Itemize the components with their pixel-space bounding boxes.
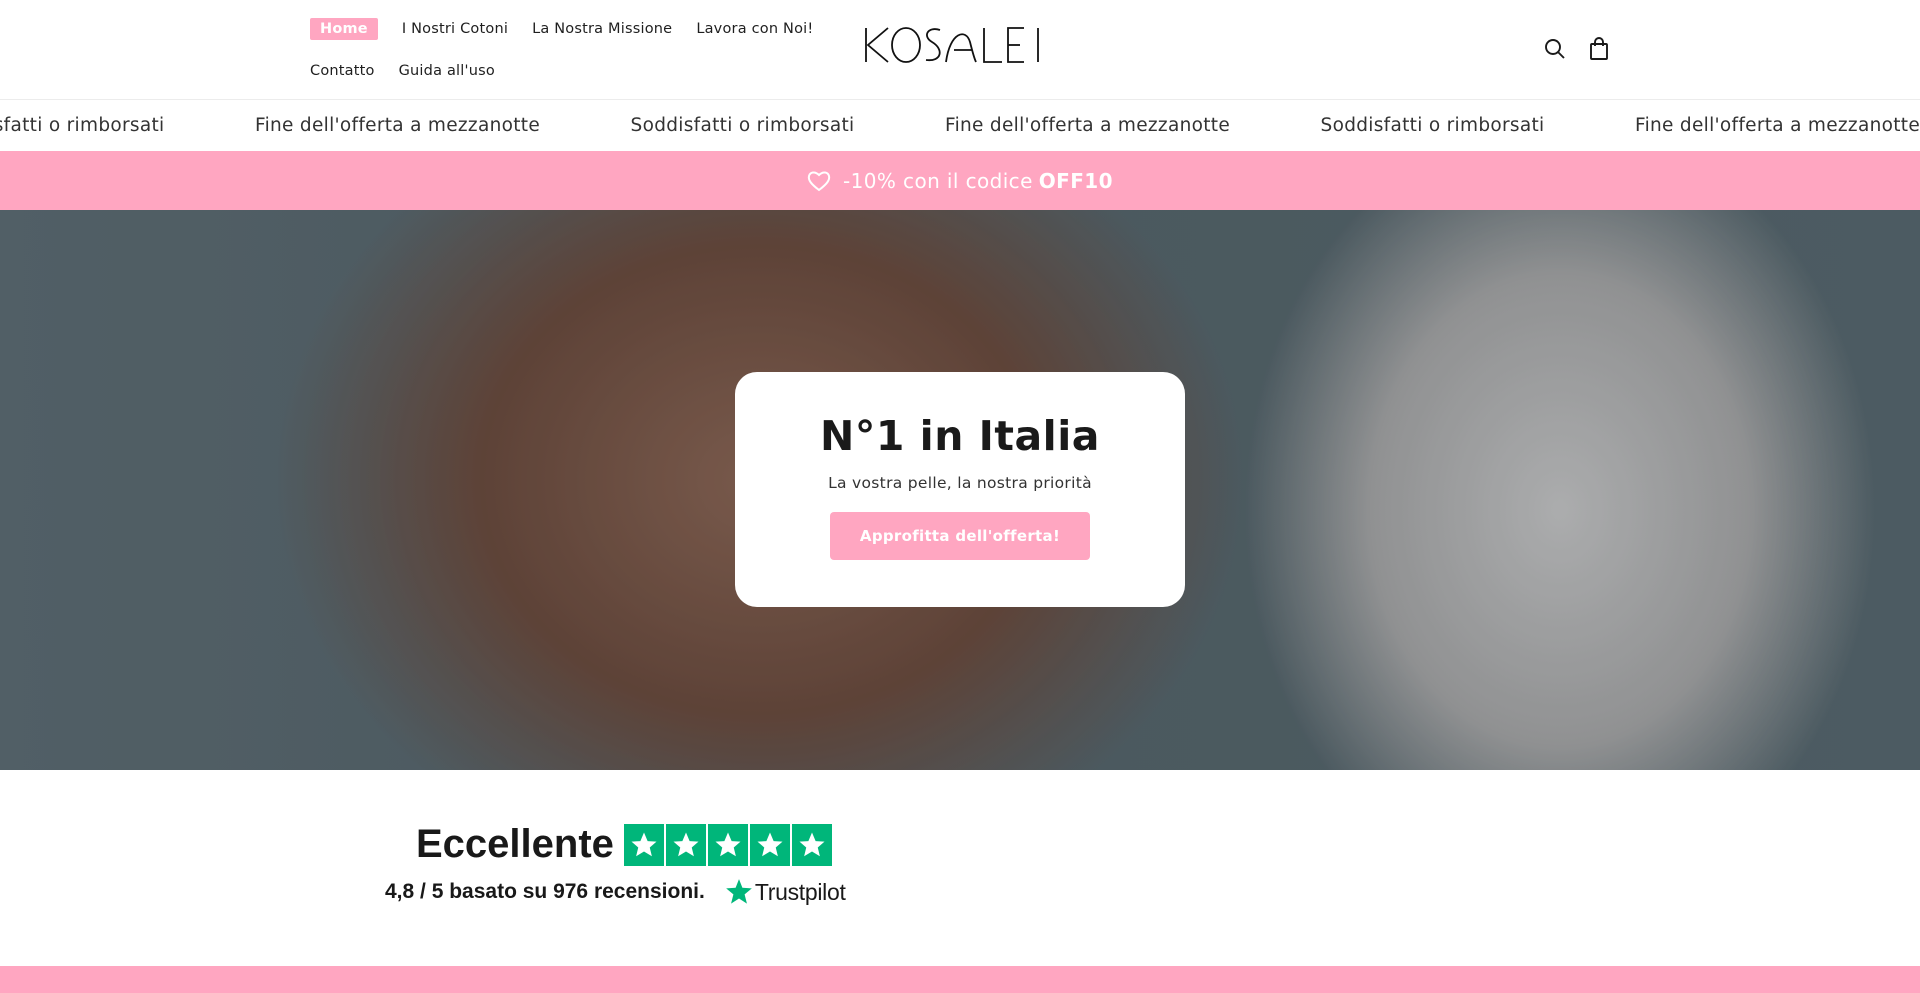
- star-icon: [623, 823, 664, 866]
- nav-item-home[interactable]: Home: [310, 18, 378, 40]
- marquee-item: Soddisfatti o rimborsati: [1320, 115, 1545, 136]
- trustpilot-star-icon: [725, 879, 752, 904]
- trust-bottom-row: 4,8 / 5 basato su 976 recensioni. Trustp…: [385, 878, 846, 906]
- marquee-track: Soddisfatti o rimborsati Fine dell'offer…: [0, 115, 1920, 136]
- nav-item-lavora[interactable]: Lavora con Noi!: [696, 21, 813, 37]
- trust-rating: 4,8 / 5 basato su 976 recensioni.: [385, 880, 705, 903]
- promo-banner: -10% con il codice OFF10: [0, 151, 1920, 210]
- star-icon: [707, 823, 748, 866]
- next-section-bar: [0, 966, 1920, 993]
- main-nav: Home I Nostri Cotoni La Nostra Missione …: [310, 15, 830, 99]
- search-icon[interactable]: [1542, 36, 1568, 62]
- marquee-item: Fine dell'offerta a mezzanotte: [944, 115, 1231, 136]
- nav-row-2: Contatto Guida all'uso: [310, 57, 830, 85]
- announcement-marquee: Soddisfatti o rimborsati Fine dell'offer…: [0, 101, 1920, 151]
- marquee-item: Soddisfatti o rimborsati: [630, 115, 855, 136]
- site-logo[interactable]: [862, 22, 1048, 70]
- star-icon: [749, 823, 790, 866]
- marquee-item: Fine dell'offerta a mezzanotte: [1634, 115, 1920, 136]
- trust-stars: [623, 823, 834, 866]
- trust-label: Eccellente: [416, 822, 614, 866]
- nav-item-cotoni[interactable]: I Nostri Cotoni: [402, 21, 508, 37]
- shopping-bag-icon[interactable]: [1586, 36, 1612, 62]
- trustpilot-widget[interactable]: Eccellente 4,8 / 5 basato su 976 recensi…: [380, 820, 900, 920]
- site-header: Home I Nostri Cotoni La Nostra Missione …: [0, 0, 1920, 100]
- nav-item-guida[interactable]: Guida all'uso: [399, 63, 495, 79]
- hero-cta-button[interactable]: Approfitta dell'offerta!: [829, 512, 1091, 560]
- hero-subtitle: La vostra pelle, la nostra priorità: [828, 474, 1092, 492]
- hero-banner: N°1 in Italia La vostra pelle, la nostra…: [0, 210, 1920, 770]
- promo-code: OFF10: [1038, 168, 1113, 193]
- marquee-item: Soddisfatti o rimborsati: [0, 115, 165, 136]
- trust-top-row: Eccellente: [416, 822, 834, 867]
- heart-icon: [807, 171, 831, 191]
- nav-item-missione[interactable]: La Nostra Missione: [532, 21, 672, 37]
- nav-row-1: Home I Nostri Cotoni La Nostra Missione …: [310, 15, 830, 43]
- star-icon: [665, 823, 706, 866]
- trustpilot-brand: Trustpilot: [754, 878, 846, 905]
- kosalei-logo-icon: [865, 27, 1039, 63]
- nav-item-contatto[interactable]: Contatto: [310, 63, 375, 79]
- hero-card: N°1 in Italia La vostra pelle, la nostra…: [735, 372, 1185, 607]
- star-icon: [791, 823, 832, 866]
- marquee-item: Fine dell'offerta a mezzanotte: [254, 115, 541, 136]
- hero-title: N°1 in Italia: [820, 412, 1100, 460]
- promo-text: -10% con il codice: [843, 168, 1033, 193]
